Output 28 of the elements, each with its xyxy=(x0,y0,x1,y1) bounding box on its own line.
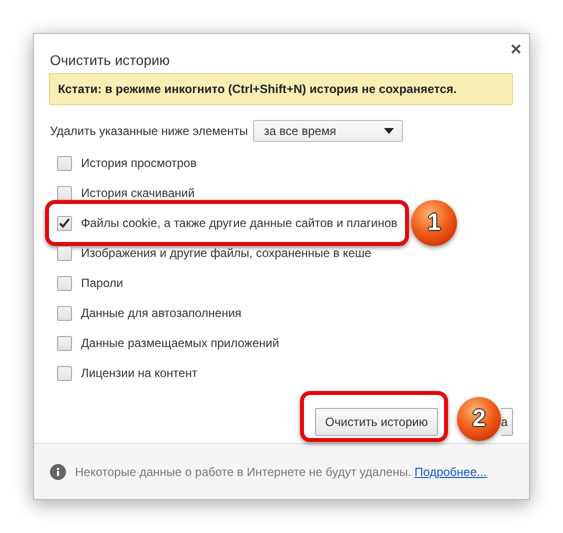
checkbox[interactable] xyxy=(57,246,72,260)
dropdown-arrow-icon xyxy=(384,128,394,134)
checkbox[interactable] xyxy=(57,156,72,170)
checkbox-label[interactable]: Файлы cookie, а также другие данные сайтов и плагинов xyxy=(81,216,398,230)
checkbox-label[interactable]: История просмотров xyxy=(81,156,197,170)
dialog-button[interactable]: Очистить историю xyxy=(315,408,438,436)
checkbox-label[interactable]: Лицензии на контент xyxy=(81,366,198,380)
info-icon xyxy=(50,464,66,480)
checkbox-label[interactable]: Изображения и другие файлы, сохраненные в кеше xyxy=(81,246,372,260)
learn-more-link[interactable]: Подробнее... xyxy=(414,464,487,478)
incognito-notice: Кстати: в режиме инкогнито (Ctrl+Shift+N) история не сохраняется. xyxy=(49,73,513,105)
step-number-badge: 1 xyxy=(411,200,457,246)
range-label: Удалить указанные ниже элементы xyxy=(50,124,248,138)
checkbox[interactable] xyxy=(57,366,72,380)
checkbox-label[interactable]: Данные размещаемых приложений xyxy=(81,336,280,350)
checkbox-label[interactable]: Пароли xyxy=(81,276,124,290)
checkbox[interactable] xyxy=(57,186,72,200)
checkbox-label[interactable]: История скачиваний xyxy=(81,186,195,200)
time-range-dropdown[interactable]: за все время xyxy=(252,120,403,142)
checkbox[interactable] xyxy=(57,216,72,230)
dialog-button[interactable]: а xyxy=(501,408,513,436)
checkbox-label[interactable]: Данные для автозаполнения xyxy=(81,306,242,320)
checkbox[interactable] xyxy=(57,306,72,320)
footer-note: Некоторые данные о работе в Интернете не будут удалены. Подробнее... xyxy=(75,464,487,478)
checkbox[interactable] xyxy=(57,336,72,350)
close-icon[interactable] xyxy=(511,44,521,54)
step-number-badge: 2 xyxy=(457,397,501,441)
checkbox[interactable] xyxy=(57,276,72,290)
